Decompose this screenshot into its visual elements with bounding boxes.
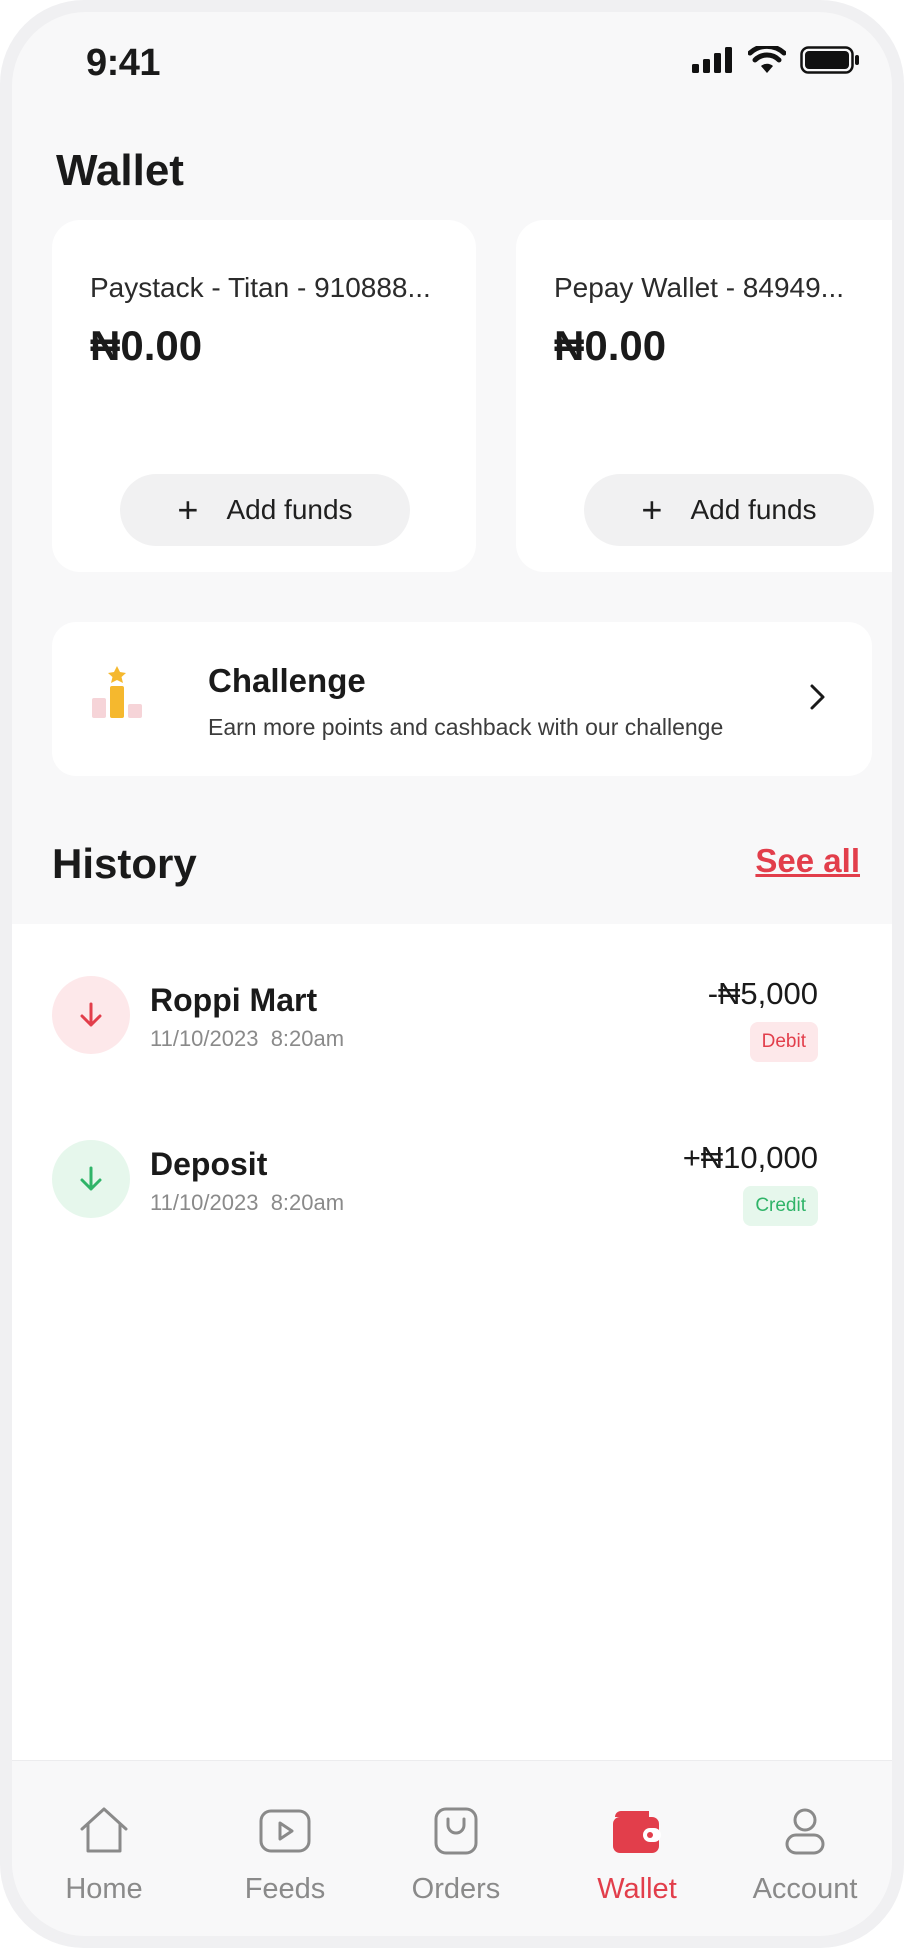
- challenge-banner[interactable]: Challenge Earn more points and cashback …: [52, 622, 872, 776]
- bottom-nav: Home Feeds Orders Wallet Account: [12, 1760, 892, 1936]
- transaction-row[interactable]: Deposit 11/10/2023 8:20am +₦10,000 Credi…: [12, 1140, 892, 1240]
- shopping-bag-icon: [434, 1807, 478, 1855]
- play-icon: [259, 1809, 311, 1853]
- add-funds-button[interactable]: + Add funds: [584, 474, 874, 546]
- arrow-down-icon: [80, 1002, 102, 1027]
- nav-item-wallet[interactable]: Wallet: [562, 1803, 712, 1906]
- nav-item-orders[interactable]: Orders: [381, 1803, 531, 1906]
- nav-label: Orders: [411, 1873, 501, 1905]
- add-funds-label: Add funds: [226, 494, 353, 525]
- screen: 9:41 Wallet Paystack - Titan - 910888...…: [12, 12, 892, 1936]
- battery-icon: [800, 46, 859, 74]
- nav-label: Account: [752, 1873, 858, 1905]
- add-funds-label: Add funds: [690, 494, 817, 525]
- transaction-name: Roppi Mart: [150, 982, 318, 1018]
- history-title: History: [52, 840, 197, 887]
- wallet-icon: [613, 1811, 661, 1853]
- nav-item-home[interactable]: Home: [29, 1803, 179, 1906]
- history-list: Roppi Mart 11/10/2023 8:20am -₦5,000 Deb…: [12, 924, 892, 1784]
- see-all-link[interactable]: See all: [755, 842, 860, 880]
- nav-label: Home: [65, 1873, 143, 1905]
- podium-star-icon: [92, 666, 142, 718]
- transaction-amount: +₦10,000: [682, 1140, 818, 1175]
- transaction-name: Deposit: [150, 1146, 268, 1182]
- wallet-card-title: Pepay Wallet - 84949...: [554, 272, 845, 303]
- arrow-down-icon: [80, 1166, 102, 1191]
- add-funds-button[interactable]: + Add funds: [120, 474, 410, 546]
- status-time: 9:41: [86, 42, 161, 84]
- home-icon: [80, 1807, 128, 1853]
- status-icons: [692, 46, 860, 74]
- nav-label: Feeds: [244, 1873, 326, 1905]
- wallet-cards-carousel[interactable]: Paystack - Titan - 910888... ₦0.00 + Add…: [52, 220, 892, 576]
- challenge-title: Challenge: [208, 662, 366, 699]
- transaction-amount: -₦5,000: [707, 976, 818, 1011]
- nav-label: Wallet: [597, 1873, 677, 1905]
- page-title: Wallet: [56, 146, 184, 195]
- wifi-icon: [748, 46, 786, 73]
- transaction-type-badge: Debit: [749, 1022, 818, 1062]
- transaction-row[interactable]: Roppi Mart 11/10/2023 8:20am -₦5,000 Deb…: [12, 976, 892, 1076]
- plus-icon: +: [177, 489, 199, 530]
- challenge-subtitle: Earn more points and cashback with our c…: [208, 714, 724, 740]
- wallet-card[interactable]: Paystack - Titan - 910888... ₦0.00 + Add…: [52, 220, 476, 572]
- chevron-right-icon: [810, 684, 825, 710]
- signal-icon: [692, 47, 732, 73]
- nav-item-account[interactable]: Account: [730, 1803, 880, 1906]
- plus-icon: +: [641, 489, 663, 530]
- phone-frame: 9:41 Wallet Paystack - Titan - 910888...…: [0, 0, 904, 1948]
- wallet-card-balance: ₦0.00: [554, 322, 667, 369]
- transaction-icon: [52, 976, 130, 1054]
- transaction-date: 11/10/2023 8:20am: [150, 1190, 345, 1215]
- user-icon: [785, 1808, 825, 1855]
- transaction-icon: [52, 1140, 130, 1218]
- transaction-type-badge: Credit: [743, 1186, 818, 1226]
- wallet-card[interactable]: Pepay Wallet - 84949... ₦0.00 + Add fund…: [516, 220, 892, 572]
- nav-item-feeds[interactable]: Feeds: [210, 1803, 360, 1906]
- transaction-date: 11/10/2023 8:20am: [150, 1026, 345, 1051]
- wallet-card-title: Paystack - Titan - 910888...: [90, 272, 431, 303]
- wallet-card-balance: ₦0.00: [90, 322, 203, 369]
